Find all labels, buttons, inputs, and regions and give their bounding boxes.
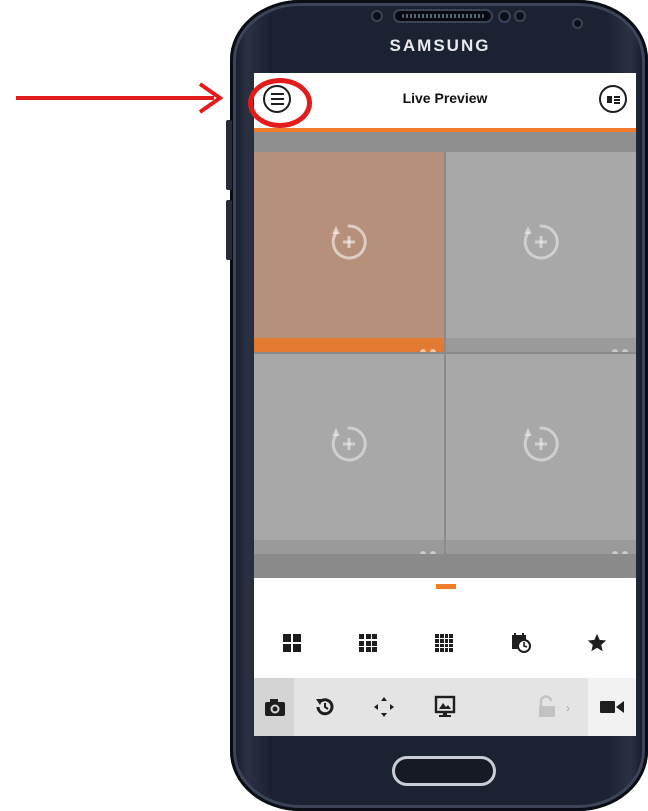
earpiece-grill <box>402 14 484 18</box>
layout-bar <box>254 613 636 673</box>
ptz-icon[interactable] <box>369 692 399 722</box>
page-indicator <box>436 584 456 589</box>
device-list-icon[interactable] <box>599 85 627 113</box>
phone-screen: Live Preview › <box>254 73 636 736</box>
front-camera <box>574 20 581 27</box>
split-9-icon[interactable] <box>354 629 382 657</box>
side-button <box>226 200 232 260</box>
record-video-icon[interactable] <box>597 692 627 722</box>
schedule-icon[interactable] <box>507 629 535 657</box>
annotation-highlight-ring <box>248 78 312 128</box>
sensor-dot-2 <box>516 12 524 20</box>
annotation-arrow <box>16 82 224 114</box>
sensor-dot <box>500 12 509 21</box>
cell-status-bar <box>254 338 444 352</box>
video-cell-1[interactable] <box>254 152 444 352</box>
cell-status-bar <box>446 540 636 554</box>
snapshot-camera-icon[interactable] <box>260 692 290 722</box>
add-channel-icon[interactable] <box>521 424 561 464</box>
add-channel-icon[interactable] <box>329 222 369 262</box>
more-chevron-icon[interactable]: › <box>566 701 570 715</box>
playback-icon[interactable] <box>310 692 340 722</box>
home-button[interactable] <box>392 756 496 786</box>
add-channel-icon[interactable] <box>329 424 369 464</box>
video-cell-4[interactable] <box>446 354 636 554</box>
brand-logo: SAMSUNG <box>389 36 491 55</box>
cell-status-bar <box>446 338 636 352</box>
split-4-icon[interactable] <box>278 629 306 657</box>
preview-bottom-strip <box>254 554 636 578</box>
volume-button <box>226 120 232 190</box>
unlock-icon[interactable] <box>532 692 562 722</box>
split-16-icon[interactable] <box>430 629 458 657</box>
image-adjust-icon[interactable] <box>430 692 460 722</box>
proximity-sensor <box>373 12 381 20</box>
cell-status-bar <box>254 540 444 554</box>
action-bar: › <box>254 678 636 736</box>
video-cell-2[interactable] <box>446 152 636 352</box>
add-channel-icon[interactable] <box>521 222 561 262</box>
video-grid <box>254 152 636 554</box>
video-cell-3[interactable] <box>254 354 444 554</box>
preview-top-strip <box>254 132 636 152</box>
favorite-star-icon[interactable] <box>583 629 611 657</box>
